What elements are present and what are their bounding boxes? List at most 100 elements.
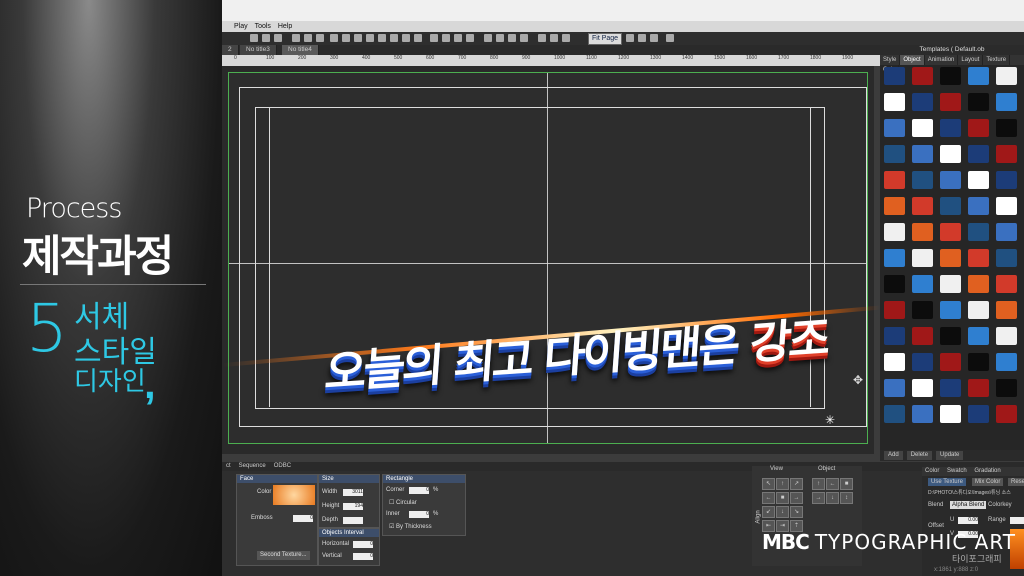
template-thumbnail[interactable]: [912, 301, 933, 319]
delete-button[interactable]: Delete: [906, 451, 933, 460]
add-button[interactable]: Add: [884, 451, 903, 460]
object-nudge-icon[interactable]: →: [812, 492, 825, 504]
template-thumbnail[interactable]: [912, 405, 933, 423]
zoom-select[interactable]: Fit Page: [588, 33, 623, 45]
template-thumbnail[interactable]: [996, 67, 1017, 85]
template-thumbnail[interactable]: [996, 171, 1017, 189]
template-thumbnail[interactable]: [912, 353, 933, 371]
align-button-icon[interactable]: ←: [762, 492, 775, 504]
zoom-out-tool-icon[interactable]: [550, 34, 558, 42]
template-thumbnail[interactable]: [884, 405, 905, 423]
template-thumbnail[interactable]: [940, 197, 961, 215]
canvas-area[interactable]: 오늘의 최고 다이빙맨은 강조 ✥ ✳: [222, 66, 881, 454]
template-thumbnail[interactable]: [912, 327, 933, 345]
vertical-field[interactable]: 0: [353, 553, 373, 560]
template-thumbnail[interactable]: [912, 249, 933, 267]
brush-tool-icon[interactable]: [304, 34, 312, 42]
template-thumbnail[interactable]: [996, 145, 1017, 163]
align-button-icon[interactable]: →: [790, 492, 803, 504]
pen-tool-icon[interactable]: [292, 34, 300, 42]
template-thumbnail[interactable]: [884, 327, 905, 345]
tab-doc-2[interactable]: 2: [222, 45, 239, 55]
template-thumbnail[interactable]: [940, 67, 961, 85]
movie-tool-icon[interactable]: [402, 34, 410, 42]
textbox-tool-icon[interactable]: [342, 34, 350, 42]
template-thumbnail[interactable]: [996, 327, 1017, 345]
zoom-out-icon[interactable]: [638, 34, 646, 42]
align-button-icon[interactable]: ↙: [762, 506, 775, 518]
zoom-in-tool-icon[interactable]: [538, 34, 546, 42]
template-thumbnail[interactable]: [940, 405, 961, 423]
move-tool-icon[interactable]: [274, 34, 282, 42]
template-thumbnail[interactable]: [912, 275, 933, 293]
corner-field[interactable]: 0: [409, 487, 429, 494]
template-thumbnail[interactable]: [968, 249, 989, 267]
tab-layout[interactable]: Layout: [958, 55, 984, 65]
inner-field[interactable]: 0: [409, 511, 429, 518]
template-thumbnail[interactable]: [884, 67, 905, 85]
align-button-icon[interactable]: ↖: [762, 478, 775, 490]
clock-tool-icon[interactable]: [414, 34, 422, 42]
template-thumbnail[interactable]: [968, 145, 989, 163]
zoom-fit-icon[interactable]: [650, 34, 658, 42]
template-thumbnail[interactable]: [940, 353, 961, 371]
align-tool-icon[interactable]: [508, 34, 516, 42]
template-thumbnail[interactable]: [912, 223, 933, 241]
tab-odbc[interactable]: ODBC: [270, 462, 295, 471]
template-thumbnail[interactable]: [968, 275, 989, 293]
second-texture-button[interactable]: Second Texture...: [257, 551, 310, 560]
template-thumbnail[interactable]: [884, 223, 905, 241]
template-thumbnail[interactable]: [968, 301, 989, 319]
object-nudge-icon[interactable]: ↑: [812, 478, 825, 490]
copy-tool-icon[interactable]: [454, 34, 462, 42]
menu-tools[interactable]: Tools: [255, 21, 271, 32]
template-thumbnail[interactable]: [996, 301, 1017, 319]
template-thumbnail[interactable]: [968, 171, 989, 189]
zoom-in-icon[interactable]: [626, 34, 634, 42]
object-nudge-icon[interactable]: ←: [826, 478, 839, 490]
mix-color-button[interactable]: Mix Color: [972, 478, 1004, 486]
template-thumbnail[interactable]: [884, 145, 905, 163]
circular-checkbox[interactable]: ☐ Circular: [389, 499, 417, 506]
tab-color-sw[interactable]: Color: [922, 468, 942, 474]
template-thumbnail[interactable]: [996, 379, 1017, 397]
rotate-tool-icon[interactable]: [262, 34, 270, 42]
template-thumbnail[interactable]: [996, 223, 1017, 241]
template-thumbnail[interactable]: [968, 67, 989, 85]
template-thumbnail[interactable]: [884, 119, 905, 137]
template-thumbnail[interactable]: [884, 93, 905, 111]
template-thumbnail[interactable]: [884, 249, 905, 267]
template-thumbnail[interactable]: [968, 405, 989, 423]
object-nudge-icon[interactable]: ↓: [826, 492, 839, 504]
align-button-icon[interactable]: ↗: [790, 478, 803, 490]
emboss-field[interactable]: 0: [293, 515, 313, 522]
tab-no-title3[interactable]: No title3: [240, 45, 277, 55]
depth-field[interactable]: [343, 517, 363, 524]
object-nudge-icon[interactable]: ■: [840, 478, 853, 490]
tab-object-props[interactable]: ct: [222, 462, 235, 471]
height-field[interactable]: 194: [343, 503, 363, 510]
template-thumbnail[interactable]: [884, 353, 905, 371]
template-thumbnail[interactable]: [968, 327, 989, 345]
template-thumbnail[interactable]: [968, 353, 989, 371]
template-thumbnail[interactable]: [968, 93, 989, 111]
align-button-icon[interactable]: ■: [776, 492, 789, 504]
circle-tool-icon[interactable]: [366, 34, 374, 42]
template-thumbnail[interactable]: [912, 197, 933, 215]
template-thumbnail[interactable]: [996, 197, 1017, 215]
template-thumbnail[interactable]: [940, 249, 961, 267]
rect-tool-icon[interactable]: [354, 34, 362, 42]
align-button-icon[interactable]: ↘: [790, 506, 803, 518]
tab-object[interactable]: Object: [900, 55, 925, 65]
template-thumbnail[interactable]: [996, 249, 1017, 267]
template-thumbnail[interactable]: [884, 275, 905, 293]
template-thumbnail[interactable]: [996, 353, 1017, 371]
template-thumbnail[interactable]: [884, 197, 905, 215]
template-thumbnail[interactable]: [912, 93, 933, 111]
template-thumbnail[interactable]: [940, 119, 961, 137]
canvas-frame[interactable]: 오늘의 최고 다이빙맨은 강조 ✥ ✳: [222, 72, 881, 444]
by-thickness-checkbox[interactable]: ☑ By Thickness: [389, 523, 432, 530]
grid-tool-icon[interactable]: [484, 34, 492, 42]
range-field[interactable]: 10: [1010, 517, 1024, 524]
template-thumbnail[interactable]: [912, 67, 933, 85]
